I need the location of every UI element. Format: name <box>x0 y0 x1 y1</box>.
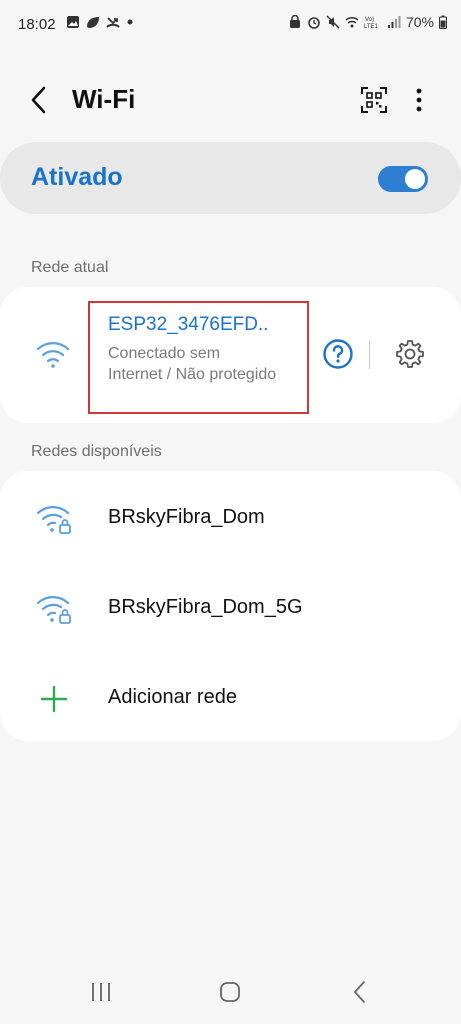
home-icon[interactable] <box>215 978 245 1006</box>
network-item-label: BRskyFibra_Dom_5G <box>108 596 303 618</box>
recents-icon[interactable] <box>86 978 116 1006</box>
status-left-icons <box>66 15 134 29</box>
section-header-available: Redes disponíveis <box>31 443 162 460</box>
wifi-icon <box>36 342 70 368</box>
section-header-current: Rede atual <box>31 259 109 276</box>
network-item-brskyfibra-dom[interactable]: BRskyFibra_Dom <box>0 473 461 561</box>
wifi-lock-icon <box>36 596 71 624</box>
wifi-lock-icon <box>36 506 71 534</box>
signal-icon <box>387 16 401 28</box>
alarm-lock-icon <box>289 15 300 28</box>
question-circle-icon[interactable] <box>322 338 354 370</box>
page-title: Wi-Fi <box>72 84 136 114</box>
wifi-toggle[interactable] <box>378 166 428 192</box>
gallery-icon <box>67 16 79 28</box>
battery-icon <box>439 15 447 29</box>
svg-text:LTE1: LTE1 <box>364 24 379 29</box>
chevron-left-icon[interactable] <box>24 82 54 118</box>
available-networks-card: BRskyFibra_Dom BRskyFibra_Dom_5G Adicion… <box>0 471 461 741</box>
leaf-icon <box>87 17 99 28</box>
status-right-icons: Vo) LTE1 70% <box>288 14 447 30</box>
plus-icon <box>40 685 68 713</box>
card-divider <box>369 341 370 369</box>
wifi-master-switch[interactable]: Ativado <box>0 142 461 214</box>
status-bar: 18:02 Vo) LTE1 70% <box>0 0 461 52</box>
battery-percent: 70% <box>405 14 434 30</box>
back-icon[interactable] <box>345 978 375 1006</box>
network-item-label: BRskyFibra_Dom <box>108 506 265 528</box>
gear-icon[interactable] <box>395 339 425 369</box>
svg-text:Vo): Vo) <box>365 17 374 23</box>
current-network-ssid: ESP32_3476EFD.. <box>108 314 269 335</box>
more-vertical-icon[interactable] <box>408 84 430 116</box>
alarm-icon <box>308 17 320 29</box>
network-item-brskyfibra-dom-5g[interactable]: BRskyFibra_Dom_5G <box>0 563 461 651</box>
toggle-knob <box>405 169 425 189</box>
dot-icon <box>127 19 133 25</box>
add-network-button[interactable]: Adicionar rede <box>0 653 461 741</box>
wifi-icon <box>345 16 359 28</box>
master-switch-label: Ativado <box>31 163 123 191</box>
current-network-card[interactable]: ESP32_3476EFD.. Conectado sem Internet /… <box>0 287 461 423</box>
status-time: 18:02 <box>18 16 56 33</box>
volte-icon: Vo) LTE1 <box>364 17 379 29</box>
missed-call-icon <box>106 17 120 28</box>
mute-icon <box>326 15 340 29</box>
app-bar: Wi-Fi <box>0 72 461 128</box>
system-nav-bar <box>0 960 461 1024</box>
qr-scan-icon[interactable] <box>360 86 388 114</box>
current-network-status: Conectado sem Internet / Não protegido <box>108 345 277 383</box>
add-network-label: Adicionar rede <box>108 686 237 708</box>
